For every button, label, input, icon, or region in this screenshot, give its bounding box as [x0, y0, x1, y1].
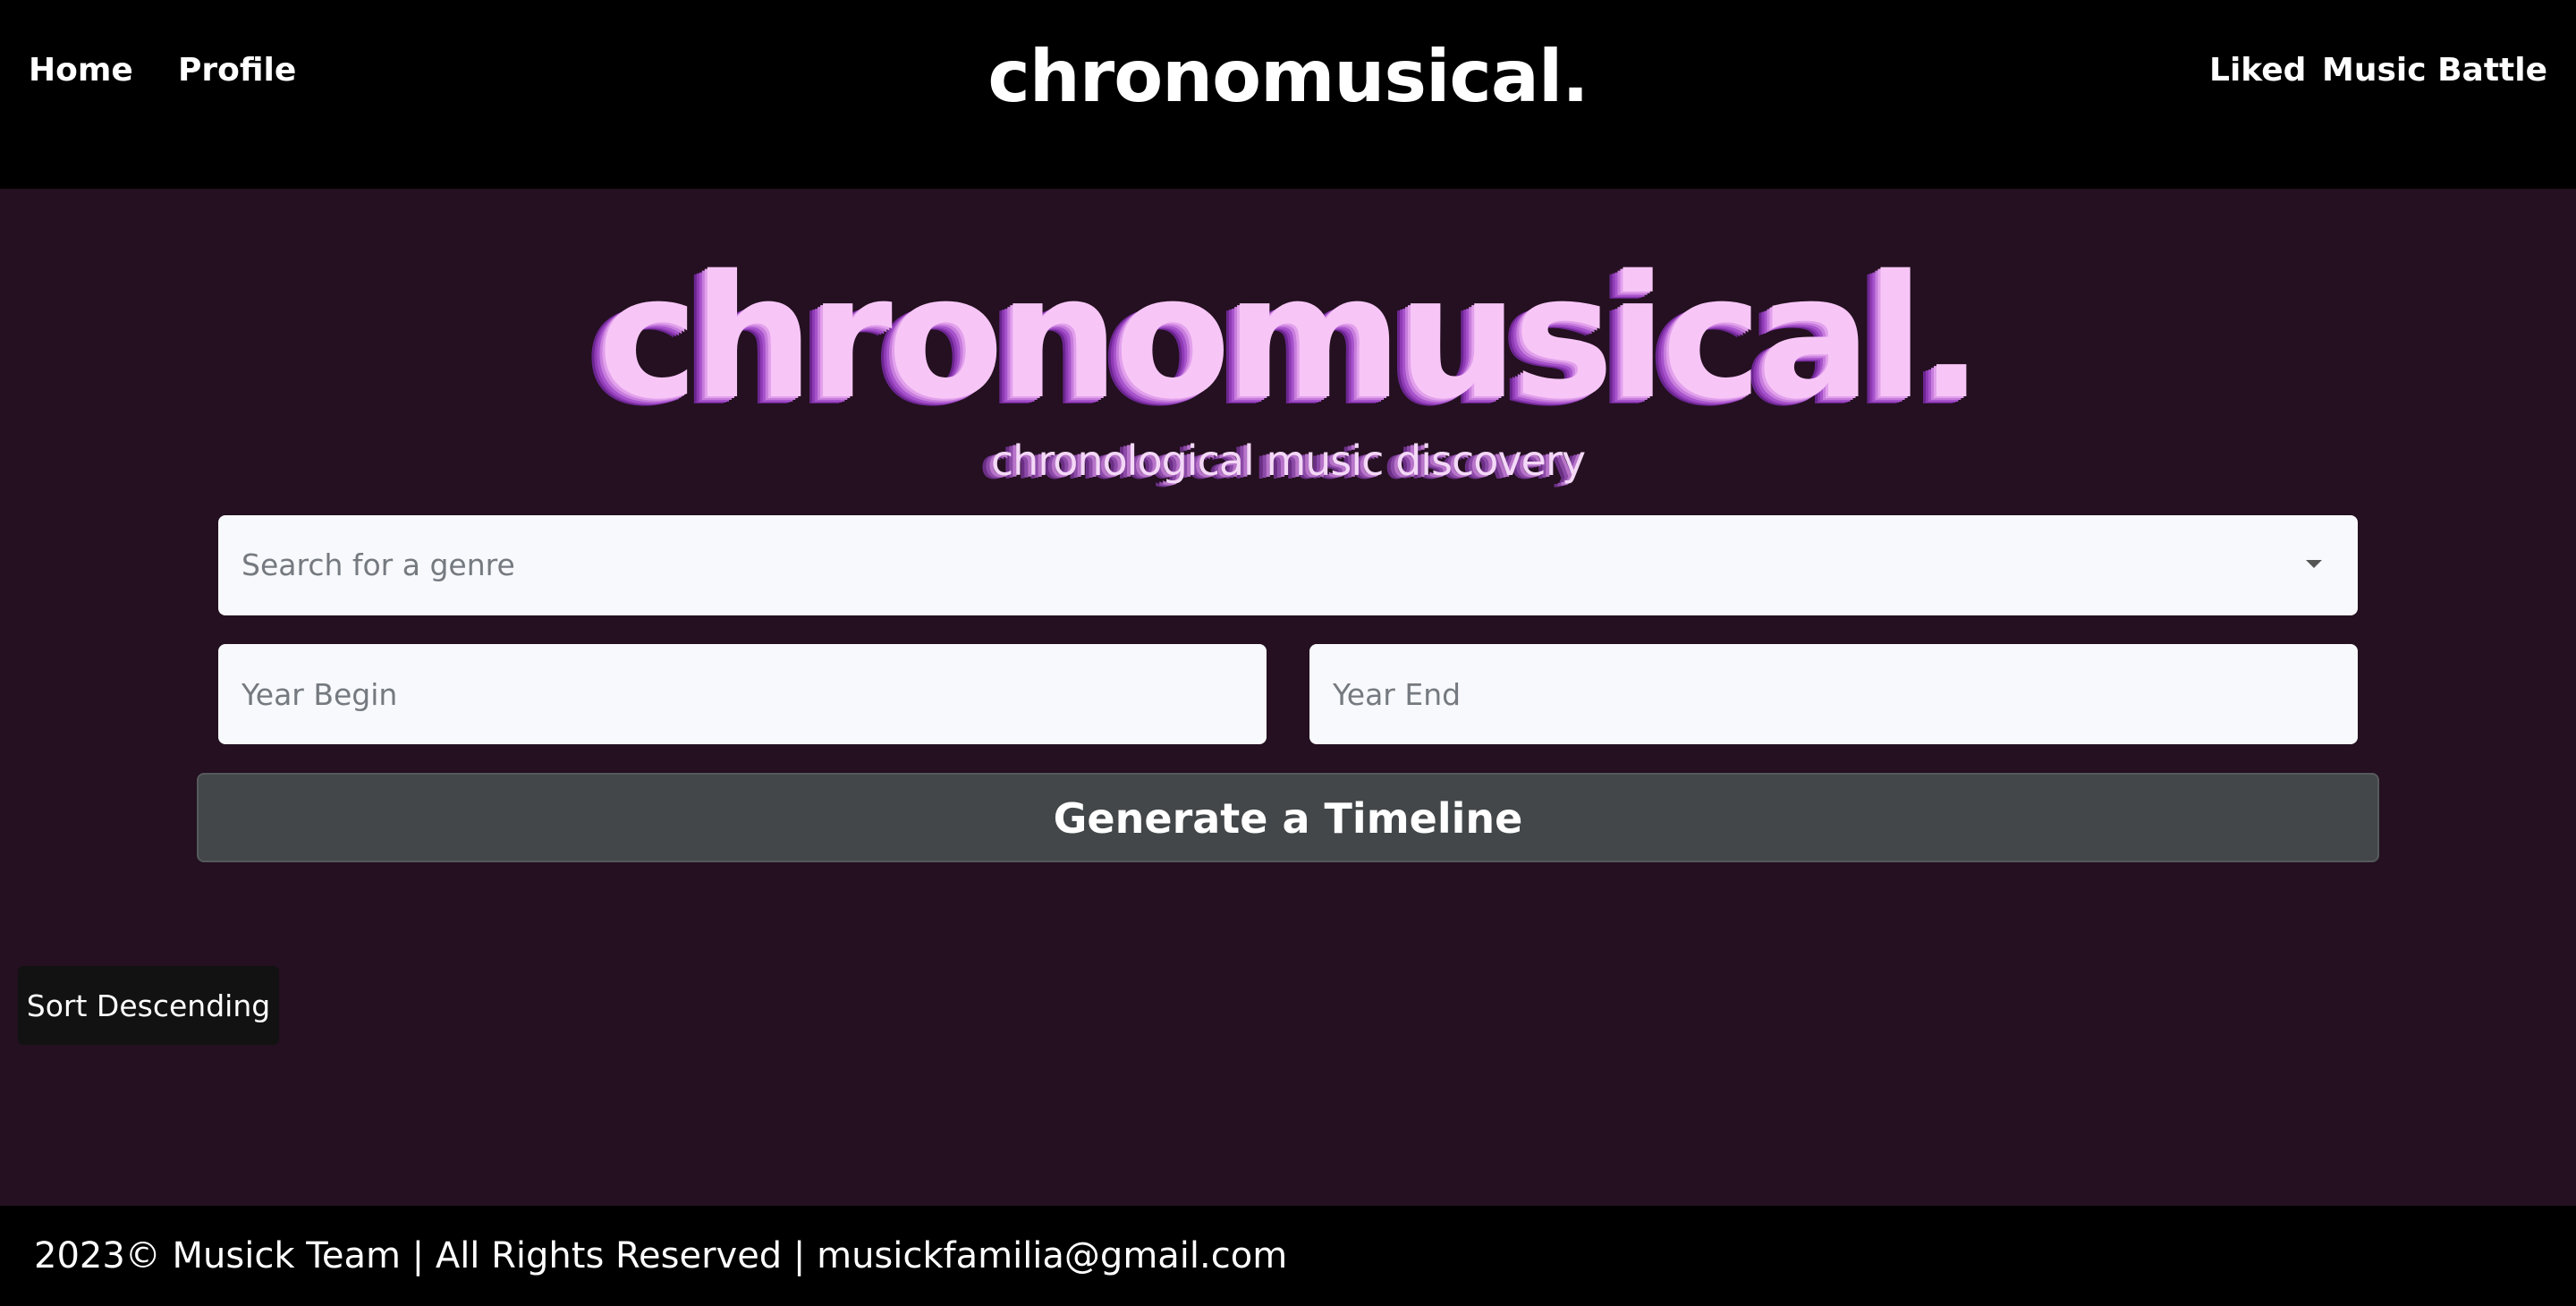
footer-text: 2023© Musick Team | All Rights Reserved …: [34, 1235, 1288, 1276]
genre-search-placeholder: Search for a genre: [242, 547, 515, 582]
year-end-input[interactable]: [1309, 644, 2358, 744]
navbar-brand[interactable]: chronomusical.: [0, 34, 2576, 120]
generate-timeline-button[interactable]: Generate a Timeline: [197, 773, 2379, 862]
hero-subtitle: chronological music discovery: [990, 437, 1586, 485]
top-navbar: Home Profile chronomusical. Liked Music …: [0, 0, 2576, 189]
nav-music-battle-link[interactable]: Music Battle: [2322, 50, 2547, 91]
page-footer: 2023© Musick Team | All Rights Reserved …: [0, 1206, 2576, 1306]
year-begin-input[interactable]: [218, 644, 1267, 744]
chevron-down-icon[interactable]: [2306, 560, 2322, 568]
hero-title: chronomusical.: [597, 239, 1984, 437]
sort-descending-button[interactable]: Sort Descending: [18, 966, 279, 1045]
nav-liked-link[interactable]: Liked: [2209, 50, 2306, 91]
genre-search-select[interactable]: Search for a genre: [218, 515, 2358, 615]
